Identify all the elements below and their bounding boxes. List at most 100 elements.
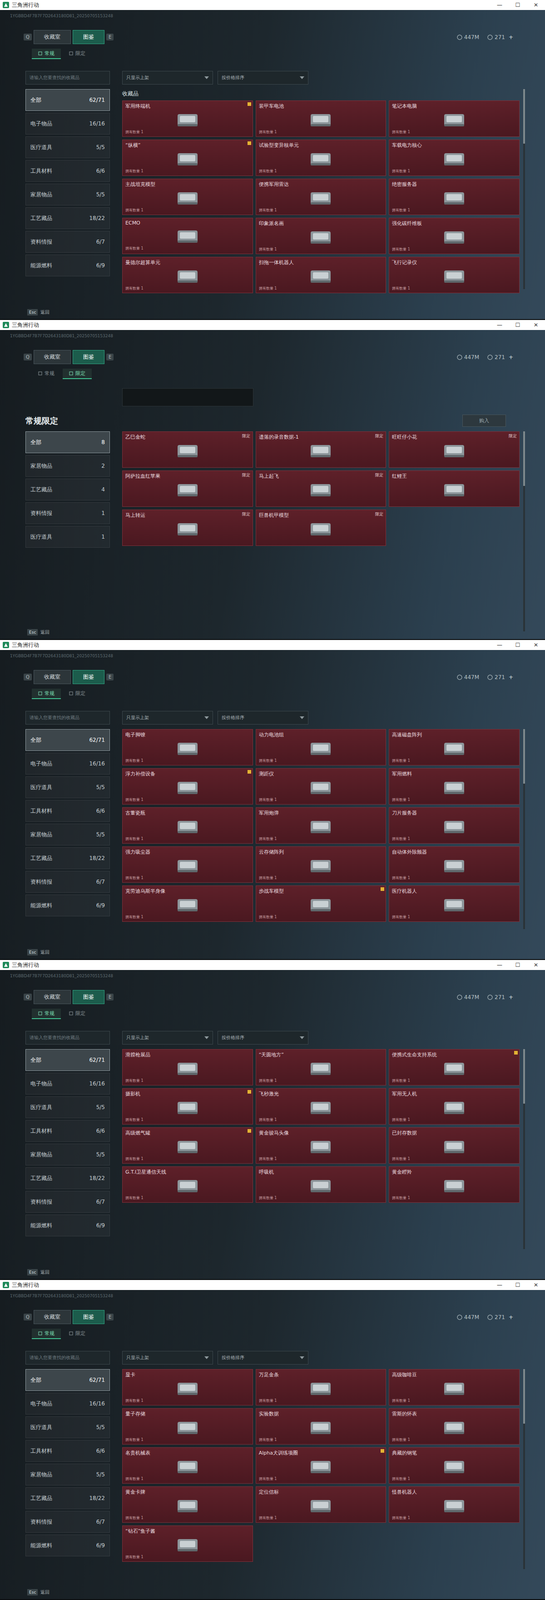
- scrollbar[interactable]: [523, 1367, 526, 1568]
- item-card[interactable]: 遗落的录音数据-1 限定: [255, 431, 387, 468]
- sidebar-item[interactable]: 电子物品16/16: [25, 112, 110, 135]
- item-card[interactable]: 滑膛枪展品 拥有数量 1: [122, 1048, 253, 1085]
- item-card[interactable]: 定位信标 拥有数量 1: [255, 1485, 387, 1522]
- sidebar-item[interactable]: 全部62/71: [25, 89, 110, 111]
- scrollbar[interactable]: [523, 89, 526, 289]
- item-card[interactable]: 显卡 拥有数量 1: [122, 1367, 253, 1405]
- window-control[interactable]: ☐: [508, 321, 527, 328]
- window-control[interactable]: ✕: [526, 961, 545, 968]
- item-card[interactable]: 黄金骏马头像 拥有数量 1: [255, 1126, 387, 1163]
- item-card[interactable]: 马上起飞 限定: [255, 470, 387, 507]
- item-card[interactable]: 云存储阵列 拥有数量 1: [255, 845, 387, 882]
- sub-tab[interactable]: 限定: [62, 48, 92, 60]
- sidebar-item[interactable]: 工具材料6/6: [25, 159, 110, 182]
- item-card[interactable]: 黄金瞪羚 拥有数量 1: [388, 1165, 520, 1202]
- item-card[interactable]: G.T.I卫星通信天线 拥有数量 1: [122, 1165, 253, 1202]
- add-button[interactable]: +: [508, 353, 514, 361]
- scrollbar[interactable]: [523, 431, 526, 631]
- sub-tab[interactable]: 常规: [31, 48, 61, 60]
- sidebar-item[interactable]: 能源燃料6/9: [25, 1213, 110, 1236]
- item-card[interactable]: 强力吸尘器 拥有数量 1: [122, 845, 253, 882]
- item-card[interactable]: 军用炮弹 拥有数量 1: [255, 806, 387, 843]
- window-control[interactable]: —: [490, 1, 509, 9]
- sidebar-item[interactable]: 医疗道具5/5: [25, 775, 110, 798]
- item-card[interactable]: 自动体外除颤器 拥有数量 1: [388, 845, 520, 882]
- sidebar-item[interactable]: 能源燃料6/9: [25, 893, 110, 916]
- sidebar-item[interactable]: 电子物品16/16: [25, 752, 110, 774]
- back-button[interactable]: Esc返回: [0, 624, 545, 639]
- sidebar-item[interactable]: 资料情报6/7: [25, 870, 110, 892]
- window-control[interactable]: —: [490, 1280, 509, 1288]
- sidebar-item[interactable]: 资料情报6/7: [25, 1509, 110, 1532]
- item-card[interactable]: 马上转运 限定: [122, 509, 253, 546]
- item-card[interactable]: 车载电力核心 拥有数量 1: [388, 139, 520, 176]
- item-card[interactable]: 动力电池组 拥有数量 1: [255, 728, 387, 765]
- item-card[interactable]: 实验数据 拥有数量 1: [255, 1407, 387, 1444]
- item-card[interactable]: 黄金卡牌 拥有数量 1: [122, 1485, 253, 1522]
- sidebar-item[interactable]: 工艺藏品18/22: [25, 207, 110, 229]
- item-card[interactable]: 古董瓷瓶 拥有数量 1: [122, 806, 253, 843]
- next-key[interactable]: E: [106, 33, 114, 41]
- search-field[interactable]: 请输入您要查找的收藏品: [25, 1030, 110, 1044]
- item-card[interactable]: 刀片服务器 拥有数量 1: [388, 806, 520, 843]
- item-card[interactable]: 名贵机械表 拥有数量 1: [122, 1446, 253, 1483]
- sidebar-item[interactable]: 家居物品5/5: [25, 822, 110, 845]
- window-control[interactable]: —: [490, 961, 509, 968]
- item-card[interactable]: 摄影机 拥有数量 1: [122, 1087, 253, 1124]
- item-card[interactable]: 高速磁盘阵列 拥有数量 1: [388, 728, 520, 765]
- item-card[interactable]: 军用终端机 拥有数量 1: [122, 100, 253, 137]
- item-card[interactable]: “天圆地方” 拥有数量 1: [255, 1048, 387, 1085]
- nav-tab[interactable]: 图鉴: [72, 669, 105, 684]
- item-card[interactable]: 飞行记录仪 拥有数量 1: [388, 256, 520, 293]
- window-control[interactable]: —: [490, 321, 509, 328]
- sub-tab[interactable]: 限定: [62, 688, 92, 699]
- scrollbar[interactable]: [523, 1048, 526, 1249]
- back-button[interactable]: Esc返回: [0, 305, 545, 319]
- sidebar-item[interactable]: 医疗道具1: [25, 525, 110, 548]
- sidebar-item[interactable]: 家居物品5/5: [25, 1462, 110, 1485]
- item-card[interactable]: 怪兽机器人 拥有数量 1: [388, 1485, 520, 1522]
- filter-dropdown[interactable]: 按价格排序: [217, 1349, 309, 1364]
- item-card[interactable]: “纵横” 拥有数量 1: [122, 139, 253, 176]
- nav-tab[interactable]: 图鉴: [72, 1308, 105, 1323]
- nav-tab[interactable]: 收藏室: [33, 349, 71, 364]
- sidebar-item[interactable]: 资料情报1: [25, 501, 110, 524]
- item-card[interactable]: 笔记本电脑 拥有数量 1: [388, 100, 520, 137]
- sub-tab[interactable]: 常规: [31, 688, 61, 699]
- sidebar-item[interactable]: 全部62/71: [25, 1048, 110, 1071]
- sub-tab[interactable]: 限定: [62, 1007, 92, 1019]
- item-card[interactable]: 军用无人机 拥有数量 1: [388, 1087, 520, 1124]
- sidebar-item[interactable]: 工艺藏品4: [25, 478, 110, 501]
- sidebar-item[interactable]: 工艺藏品18/22: [25, 1166, 110, 1189]
- next-key[interactable]: E: [106, 673, 114, 680]
- sub-tab[interactable]: 常规: [31, 1007, 61, 1019]
- item-card[interactable]: 阿萨拉血红苹果 限定: [122, 470, 253, 507]
- sidebar-item[interactable]: 电子物品16/16: [25, 1071, 110, 1094]
- prev-key[interactable]: Q: [23, 33, 32, 41]
- sidebar-item[interactable]: 资料情报6/7: [25, 230, 110, 253]
- add-button[interactable]: +: [508, 1312, 514, 1320]
- sidebar-item[interactable]: 工艺藏品18/22: [25, 846, 110, 869]
- item-card[interactable]: 飞秒激光 拥有数量 1: [255, 1087, 387, 1124]
- item-card[interactable]: 测距仪 拥有数量 1: [255, 767, 387, 804]
- prev-key[interactable]: Q: [23, 353, 32, 361]
- prev-key[interactable]: Q: [23, 1312, 32, 1320]
- item-card[interactable]: 雷斯的怀表 拥有数量 1: [388, 1407, 520, 1444]
- scrollbar[interactable]: [523, 728, 526, 929]
- prev-key[interactable]: Q: [23, 673, 32, 680]
- item-card[interactable]: “钻石”鱼子酱 拥有数量 1: [122, 1524, 253, 1561]
- sidebar-item[interactable]: 工具材料6/6: [25, 1119, 110, 1141]
- window-control[interactable]: —: [490, 641, 509, 648]
- window-control[interactable]: ✕: [526, 1, 545, 9]
- action-button[interactable]: 购入: [462, 414, 506, 427]
- sidebar-item[interactable]: 工具材料6/6: [25, 1438, 110, 1461]
- sidebar-item[interactable]: 工具材料6/6: [25, 799, 110, 822]
- window-control[interactable]: ✕: [526, 641, 545, 648]
- sidebar-item[interactable]: 全部8: [25, 431, 110, 453]
- item-card[interactable]: 已封存数据 拥有数量 1: [388, 1126, 520, 1163]
- nav-tab[interactable]: 图鉴: [72, 349, 105, 364]
- back-button[interactable]: Esc返回: [0, 944, 545, 959]
- nav-tab[interactable]: 收藏室: [33, 1308, 71, 1323]
- sidebar-item[interactable]: 能源燃料6/9: [25, 254, 110, 277]
- sidebar-item[interactable]: 全部62/71: [25, 728, 110, 751]
